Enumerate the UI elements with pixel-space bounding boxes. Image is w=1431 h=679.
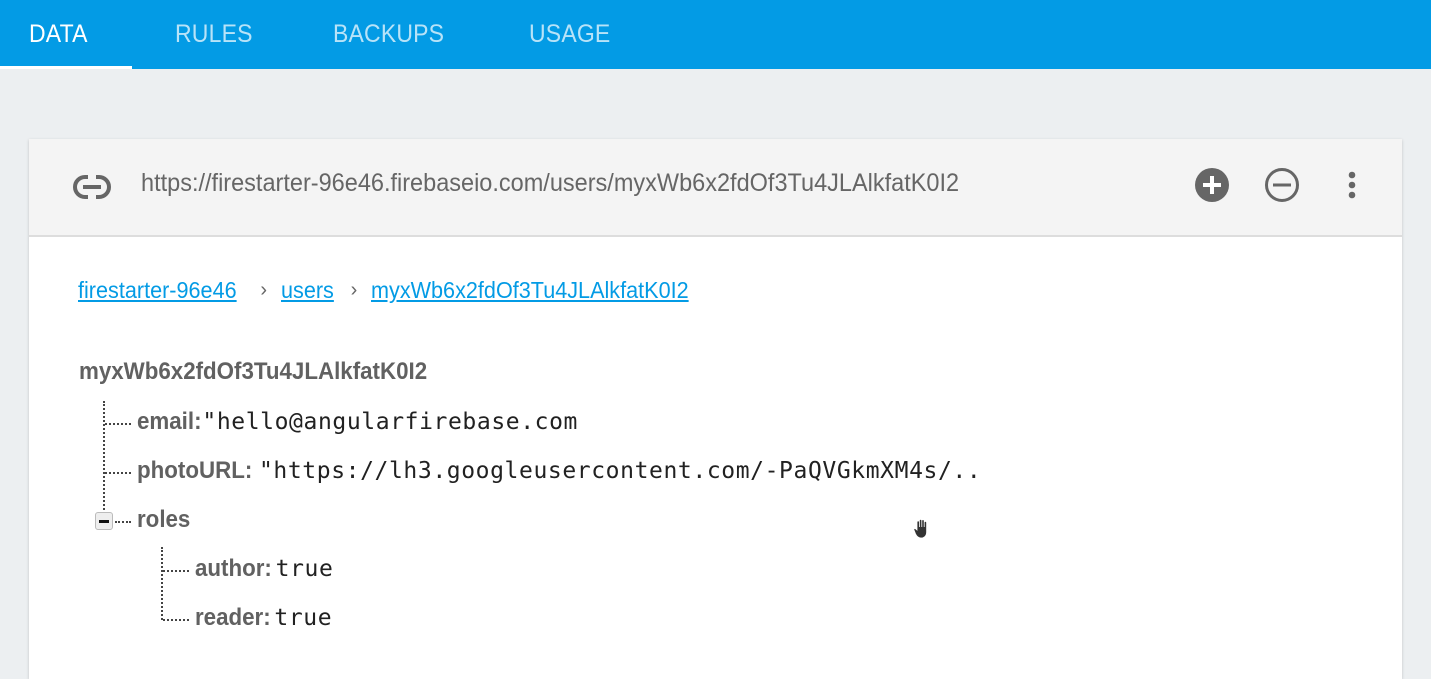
node-value[interactable]: true — [274, 605, 332, 631]
tab-usage[interactable]: USAGE — [529, 0, 610, 69]
chevron-right-icon: › — [350, 279, 358, 301]
add-circle-icon — [1194, 167, 1230, 208]
tree-node-photourl[interactable]: photoURL: "https://lh3.googleusercontent… — [137, 456, 981, 486]
breadcrumb: firestarter-96e46 › users › myxWb6x2fdOf… — [78, 277, 709, 304]
tree-connector — [103, 401, 105, 514]
add-child-button[interactable] — [1194, 167, 1230, 208]
tree-connector — [115, 521, 131, 523]
database-url[interactable]: https://firestarter-96e46.firebaseio.com… — [141, 169, 959, 198]
node-key: author: — [195, 555, 272, 582]
tree-connector — [105, 472, 131, 474]
active-tab-indicator — [0, 66, 132, 69]
tree-connector — [163, 619, 189, 621]
more-vert-icon — [1334, 167, 1370, 208]
tree-node-reader[interactable]: reader: true — [195, 603, 332, 633]
tab-rules[interactable]: RULES — [175, 0, 253, 69]
tree-node-author[interactable]: author: true — [195, 554, 333, 584]
node-key: photoURL: — [137, 457, 253, 484]
node-value[interactable]: true — [276, 556, 334, 582]
breadcrumb-item-users[interactable]: users — [281, 277, 334, 304]
node-key: reader: — [195, 604, 271, 631]
node-key: myxWb6x2fdOf3Tu4JLAlkfatK0I2 — [79, 358, 428, 385]
node-key: email: — [137, 408, 202, 435]
collapse-toggle[interactable] — [95, 512, 113, 530]
database-card: https://firestarter-96e46.firebaseio.com… — [29, 139, 1402, 679]
tab-backups[interactable]: BACKUPS — [333, 0, 444, 69]
breadcrumb-item-user[interactable]: myxWb6x2fdOf3Tu4JLAlkfatK0I2 — [371, 277, 689, 304]
tree-connector — [105, 423, 131, 425]
tree-connector — [163, 570, 189, 572]
hand-cursor-icon — [911, 517, 935, 541]
tab-data[interactable]: DATA — [29, 0, 88, 69]
tree-node-email[interactable]: email: "hello@angularfirebase.com — [137, 407, 578, 437]
node-value[interactable]: "hello@angularfirebase.com — [202, 409, 578, 435]
chevron-right-icon: › — [260, 279, 268, 301]
remove-button[interactable] — [1264, 167, 1300, 208]
remove-circle-icon — [1264, 167, 1300, 208]
tree-connector — [161, 547, 163, 620]
node-value[interactable]: "https://lh3.googleusercontent.com/-PaQV… — [259, 458, 981, 484]
more-options-button[interactable] — [1334, 169, 1370, 205]
tree-root-node[interactable]: myxWb6x2fdOf3Tu4JLAlkfatK0I2 — [79, 357, 453, 387]
node-key: roles — [137, 506, 191, 533]
url-bar: https://firestarter-96e46.firebaseio.com… — [29, 139, 1402, 237]
link-icon — [73, 174, 111, 200]
tree-node-roles[interactable]: roles — [137, 505, 194, 535]
breadcrumb-item-root[interactable]: firestarter-96e46 — [78, 277, 237, 304]
tab-bar: DATA RULES BACKUPS USAGE — [0, 0, 1431, 69]
